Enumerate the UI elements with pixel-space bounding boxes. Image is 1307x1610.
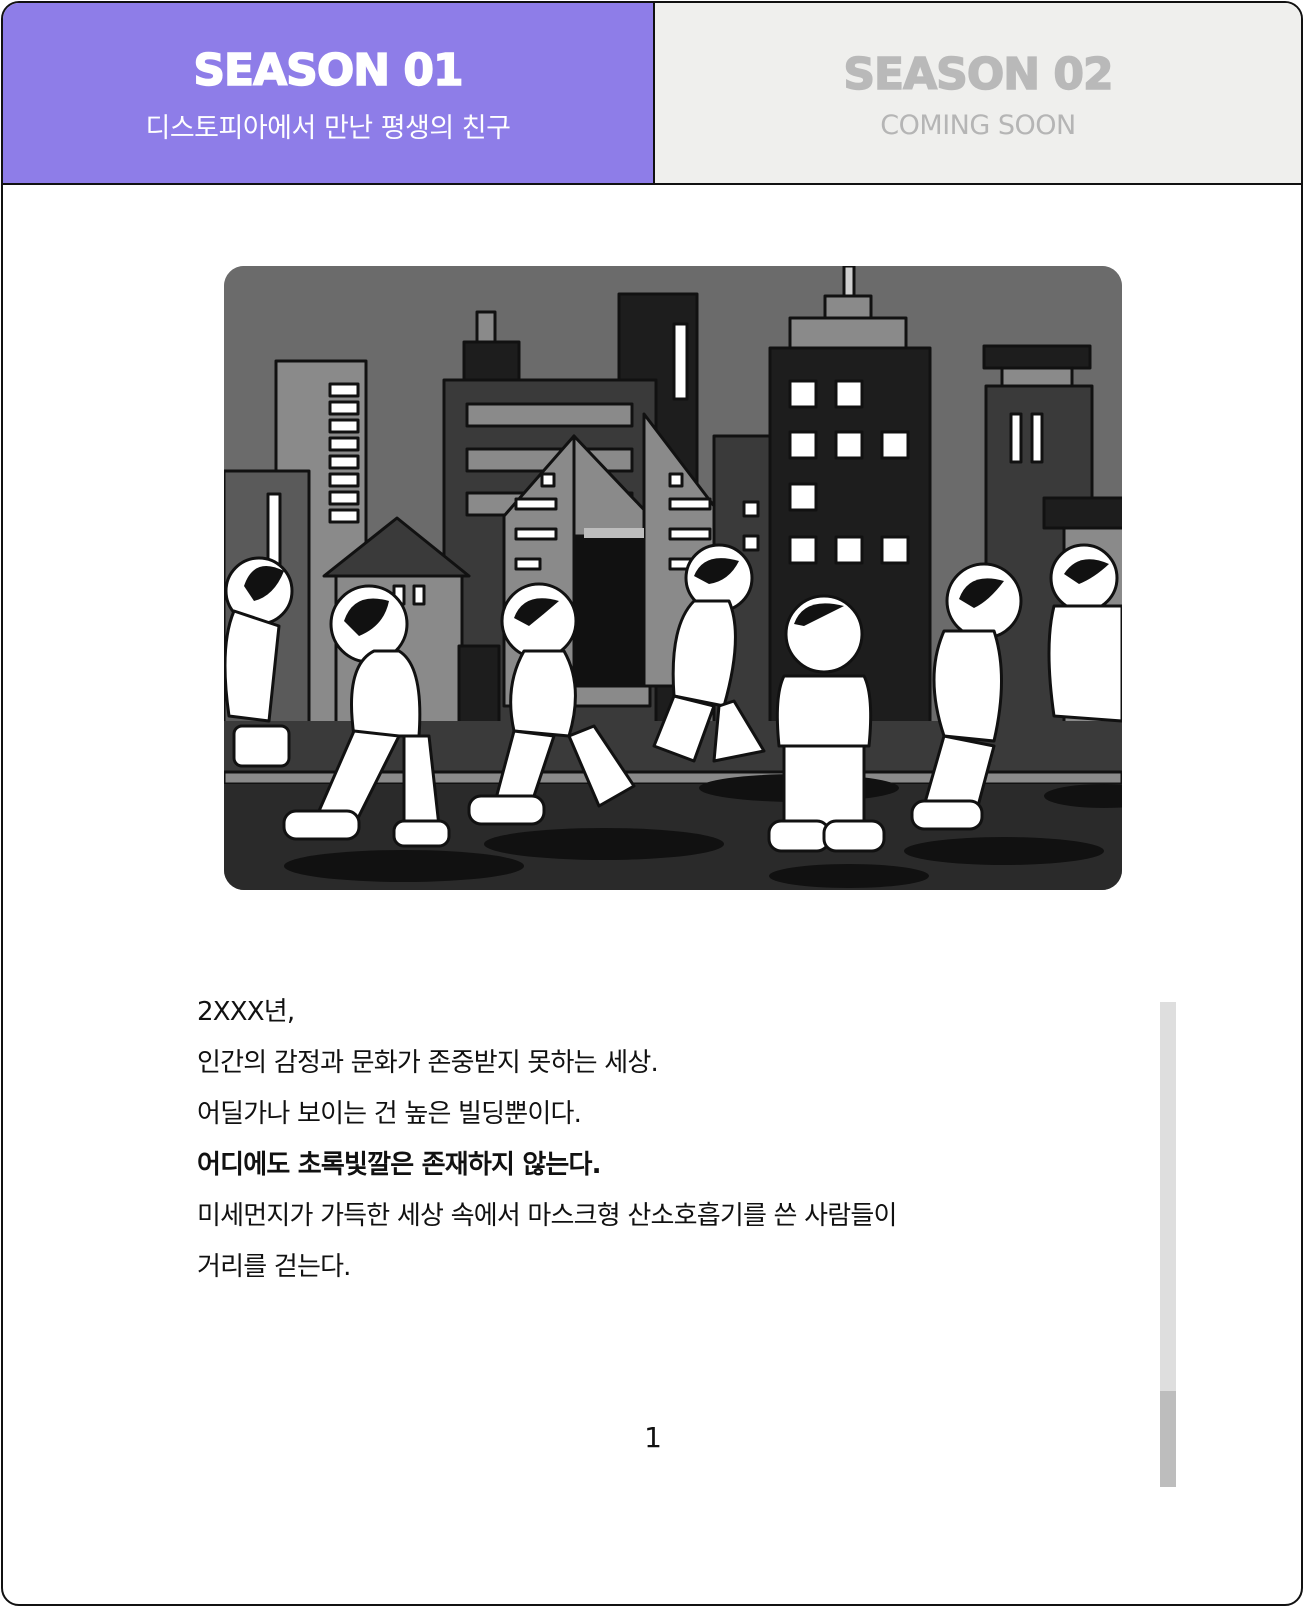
tab-season-02-subtitle: COMING SOON: [880, 109, 1076, 141]
story-line: 어딜가나 보이는 건 높은 빌딩뿐이다.: [197, 1099, 582, 1129]
scrollbar-track[interactable]: [1160, 1002, 1176, 1487]
season-tabs: SEASON 01 디스토피아에서 만난 평생의 친구 SEASON 02 CO…: [3, 3, 1301, 185]
tab-season-02-title: SEASON 02: [843, 48, 1115, 100]
story-line: 거리를 걷는다.: [197, 1252, 351, 1282]
story-line: 2XXX년,: [197, 997, 295, 1027]
tab-season-02[interactable]: SEASON 02 COMING SOON: [655, 3, 1301, 183]
page-frame: SEASON 01 디스토피아에서 만난 평생의 친구 SEASON 02 CO…: [1, 1, 1303, 1606]
story-line: 미세먼지가 가득한 세상 속에서 마스크형 산소호흡기를 쓴 사람들이: [197, 1201, 897, 1231]
story-line: 인간의 감정과 문화가 존중받지 못하는 세상.: [197, 1048, 659, 1078]
city-astronauts-illustration: [224, 266, 1122, 890]
tab-season-01-subtitle: 디스토피아에서 만난 평생의 친구: [145, 112, 511, 144]
tab-season-01-title: SEASON 01: [193, 44, 465, 96]
page-number: 1: [644, 1421, 662, 1454]
scrollbar-thumb[interactable]: [1160, 1391, 1176, 1487]
tab-season-01[interactable]: SEASON 01 디스토피아에서 만난 평생의 친구: [3, 3, 655, 183]
story-line-emphasis: 어디에도 초록빛깔은 존재하지 않는다.: [197, 1150, 602, 1180]
story-text: 2XXX년, 인간의 감정과 문화가 존중받지 못하는 세상. 어딜가나 보이는…: [197, 987, 1117, 1293]
